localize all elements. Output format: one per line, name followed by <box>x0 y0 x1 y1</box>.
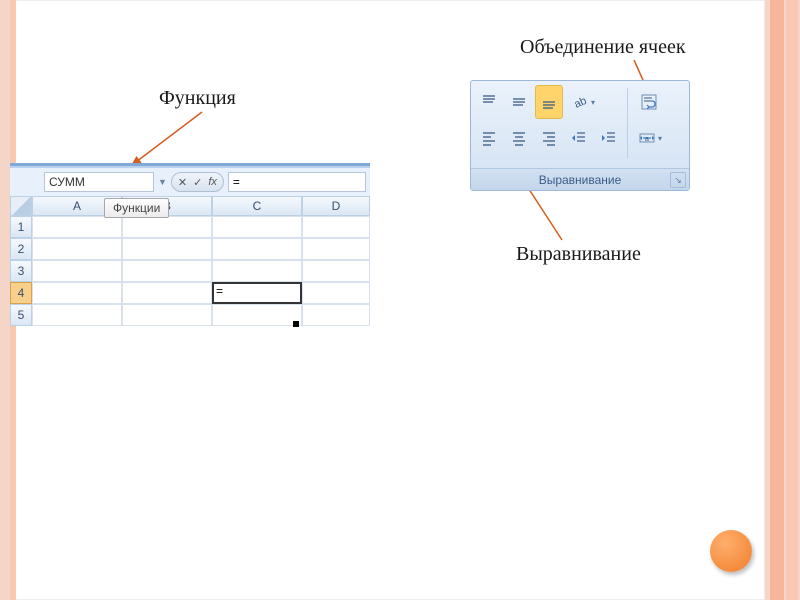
excel-fragment: ▼ ✕ ✓ fх Функции A B C D 1 2 3 4 = 5 <box>10 163 370 326</box>
cell-c2[interactable] <box>212 238 302 260</box>
spreadsheet-grid: A B C D 1 2 3 4 = 5 <box>10 196 370 326</box>
orientation-button[interactable]: ab ▾ <box>565 85 601 119</box>
tooltip-functions: Функции <box>104 198 169 218</box>
formula-bar: ▼ ✕ ✓ fх Функции <box>10 168 370 196</box>
label-alignment: Выравнивание <box>516 243 641 266</box>
cell-d2[interactable] <box>302 238 370 260</box>
formula-input[interactable] <box>228 172 366 192</box>
name-box-dropdown-icon[interactable]: ▼ <box>158 177 167 187</box>
cell-b5[interactable] <box>122 304 212 326</box>
svg-text:a: a <box>645 136 649 143</box>
cell-d1[interactable] <box>302 216 370 238</box>
chevron-down-icon: ▾ <box>591 98 595 107</box>
row-header-1[interactable]: 1 <box>10 216 32 238</box>
cell-b2[interactable] <box>122 238 212 260</box>
cell-c4-active[interactable]: = <box>212 282 302 304</box>
align-bottom-button[interactable] <box>535 85 563 119</box>
row-header-5[interactable]: 5 <box>10 304 32 326</box>
cell-d4[interactable] <box>302 282 370 304</box>
cell-a3[interactable] <box>32 260 122 282</box>
chevron-down-icon: ▾ <box>658 134 662 143</box>
align-center-button[interactable] <box>505 121 533 155</box>
cell-a5[interactable] <box>32 304 122 326</box>
decrease-indent-button[interactable] <box>565 121 593 155</box>
wrap-text-button[interactable] <box>632 85 666 119</box>
row-header-2[interactable]: 2 <box>10 238 32 260</box>
ribbon-group-footer: Выравнивание ↘ <box>471 168 689 190</box>
col-header-d[interactable]: D <box>302 196 370 216</box>
cell-a4[interactable] <box>32 282 122 304</box>
cell-b3[interactable] <box>122 260 212 282</box>
cell-a2[interactable] <box>32 238 122 260</box>
cancel-icon[interactable]: ✕ <box>178 176 187 189</box>
select-all-corner[interactable] <box>10 196 32 216</box>
align-right-button[interactable] <box>535 121 563 155</box>
fill-handle[interactable] <box>293 321 299 327</box>
align-middle-button[interactable] <box>505 85 533 119</box>
separator <box>627 88 628 158</box>
cell-d3[interactable] <box>302 260 370 282</box>
row-header-4[interactable]: 4 <box>10 282 32 304</box>
dialog-launcher-icon[interactable]: ↘ <box>670 172 686 188</box>
accept-icon[interactable]: ✓ <box>193 176 202 189</box>
label-merge-cells: Объединение ячеек <box>520 36 686 59</box>
row-header-3[interactable]: 3 <box>10 260 32 282</box>
align-top-button[interactable] <box>475 85 503 119</box>
increase-indent-button[interactable] <box>595 121 623 155</box>
col-header-c[interactable]: C <box>212 196 302 216</box>
cell-b4[interactable] <box>122 282 212 304</box>
ribbon-alignment-group: ab ▾ <box>470 80 690 191</box>
ribbon-group-title: Выравнивание <box>539 173 622 187</box>
cell-a1[interactable] <box>32 216 122 238</box>
cell-c3[interactable] <box>212 260 302 282</box>
cell-c5[interactable] <box>212 304 302 326</box>
svg-text:ab: ab <box>572 95 588 111</box>
fx-icon[interactable]: fх <box>208 176 217 188</box>
cell-c1[interactable] <box>212 216 302 238</box>
cell-b1[interactable] <box>122 216 212 238</box>
merge-cells-button[interactable]: a ▾ <box>632 121 666 155</box>
formula-controls: ✕ ✓ fх <box>171 172 224 192</box>
label-function: Функция <box>159 87 236 110</box>
align-left-button[interactable] <box>475 121 503 155</box>
name-box[interactable] <box>44 172 154 192</box>
cell-d5[interactable] <box>302 304 370 326</box>
slide-nav-circle[interactable] <box>710 530 752 572</box>
